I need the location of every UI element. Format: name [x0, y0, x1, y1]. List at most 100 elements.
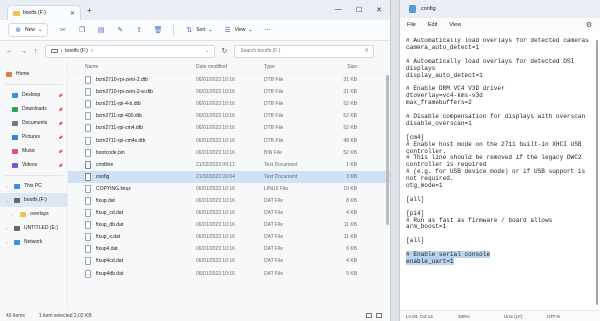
file-date: 06/01/2023 10:16: [196, 210, 235, 217]
search-input[interactable]: Search bootfs (F:) ⚲: [234, 44, 375, 58]
chevron-down-icon: ⌄: [38, 27, 43, 33]
file-row[interactable]: COPYING.linux 06/01/2023 10:16 LINUX File 1…: [68, 183, 390, 195]
chevron-right-icon[interactable]: ›: [6, 184, 10, 189]
file-row[interactable]: config 21/02/2023 09:04 Text Document 3 KB: [68, 170, 390, 183]
notepad-tab-title[interactable]: config: [421, 6, 436, 12]
plus-icon: ⊕: [15, 27, 21, 34]
column-header-date[interactable]: Date modified: [196, 64, 264, 70]
delete-icon[interactable]: 🗑: [154, 26, 163, 34]
share-icon[interactable]: ⇪: [135, 26, 143, 34]
gear-icon[interactable]: ⚙: [586, 21, 592, 29]
file-size: 52 KB: [343, 149, 357, 156]
chevron-right-icon[interactable]: ›: [12, 212, 16, 217]
file-date: 06/01/2023 10:16: [196, 222, 235, 229]
file-row[interactable]: fixup.dat 06/01/2023 10:16 DAT File 8 KB: [68, 195, 390, 207]
maximize-icon[interactable]: ☐: [356, 6, 362, 14]
file-row[interactable]: fixup_db.dat 06/01/2023 10:16 DAT File 11 K…: [68, 219, 390, 231]
sidebar-item[interactable]: Downloads 📌: [0, 102, 67, 116]
file-row[interactable]: bcm2711-rpi-400.dtb 06/01/2023 10:16 DTB F…: [68, 110, 390, 122]
file-type: BIN File: [264, 149, 282, 156]
close-tab-icon[interactable]: ✕: [70, 10, 75, 17]
column-header-name[interactable]: Name: [68, 64, 196, 70]
file-date: 06/01/2023 10:16: [196, 258, 235, 265]
computer-icon: [14, 183, 20, 189]
file-type: DAT File: [264, 197, 283, 204]
close-window-icon[interactable]: ✕: [376, 6, 382, 14]
chevron-right-icon[interactable]: ›: [6, 226, 10, 231]
sidebar-item[interactable]: Pictures 📌: [0, 130, 67, 144]
new-tab-icon[interactable]: +: [87, 6, 92, 15]
sidebar-item[interactable]: Videos 📌: [0, 158, 67, 172]
minimize-icon[interactable]: —: [335, 6, 342, 14]
details-view-icon[interactable]: [366, 313, 372, 318]
rename-icon[interactable]: ✎: [116, 26, 124, 34]
file-name-cell: fixup_x.dat: [68, 233, 196, 242]
sort-button[interactable]: ⇅ Sort ⌄: [185, 26, 212, 34]
file-date: 21/02/2023 09:11: [196, 161, 235, 168]
toolbar-divider: [173, 24, 175, 36]
file-name: fixup_db.dat: [96, 222, 124, 229]
file-row[interactable]: bcm2711-rpi-4-b.dtb 06/01/2023 10:16 DTB F…: [68, 98, 390, 110]
up-arrow-icon[interactable]: ↑: [34, 48, 38, 55]
file-icon: [85, 245, 91, 254]
file-name-cell: bcm2710-rpi-zero-2-w.dtb: [68, 88, 196, 97]
column-header-size[interactable]: Size: [315, 64, 367, 70]
chevron-down-icon[interactable]: ⌄: [6, 198, 10, 203]
pin-icon: 📌: [58, 106, 63, 112]
text-editor[interactable]: # Automatically load overlays for detect…: [406, 38, 592, 309]
file-row[interactable]: fixup_x.dat 06/01/2023 10:16 DAT File 11 KB: [68, 231, 390, 243]
sidebar-item[interactable]: › UNTITLED (E:): [0, 221, 67, 235]
file-row[interactable]: fixup4.dat 06/01/2023 10:16 DAT File 6 KB: [68, 243, 390, 255]
column-header-type[interactable]: Type: [264, 64, 315, 70]
file-name-cell: config: [68, 172, 196, 181]
file-row[interactable]: fixup4cd.dat 06/01/2023 10:16 DAT File 4 KB: [68, 255, 390, 267]
paste-icon[interactable]: ▤: [97, 26, 105, 34]
file-icon: [85, 88, 91, 97]
more-options-icon[interactable]: ⋯: [264, 26, 272, 34]
file-size: 31 KB: [343, 77, 357, 84]
sidebar-item[interactable]: › This PC: [0, 179, 67, 193]
file-row[interactable]: fixup4db.dat 06/01/2023 10:16 DAT File 9 KB: [68, 268, 390, 280]
file-list-scrollbar[interactable]: [386, 75, 389, 225]
menu-edit[interactable]: Edit: [428, 22, 437, 28]
sidebar-item[interactable]: Home: [0, 67, 67, 81]
file-row[interactable]: fixup_cd.dat 06/01/2023 10:16 DAT File 4 KB: [68, 207, 390, 219]
sidebar-item[interactable]: › Network: [0, 235, 67, 249]
file-row[interactable]: bcm2711-rpi-cm4s.dtb 06/01/2023 10:16 DTB …: [68, 134, 390, 146]
file-row[interactable]: bootcode.bin 06/01/2023 10:16 BIN File 52 K…: [68, 147, 390, 159]
chevron-right-icon[interactable]: ›: [6, 240, 10, 245]
chevron-down-icon[interactable]: ⌄: [205, 48, 209, 54]
file-row[interactable]: cmdline 21/02/2023 09:11 Text Document 1 KB: [68, 159, 390, 171]
back-arrow-icon[interactable]: ←: [6, 48, 13, 55]
sidebar-item[interactable]: ⌄ bootfs (F:): [0, 193, 67, 207]
file-icon: [85, 233, 91, 242]
sidebar-item[interactable]: Desktop 📌: [0, 88, 67, 102]
view-button[interactable]: ☰ View ⌄: [224, 26, 252, 34]
file-row[interactable]: bcm2711-rpi-cm4.dtb 06/01/2023 10:16 DTB F…: [68, 122, 390, 134]
editor-scrollbar[interactable]: [596, 40, 598, 305]
file-name: fixup.dat: [96, 197, 115, 204]
file-name: config: [96, 173, 110, 180]
file-type: DTB File: [264, 77, 284, 84]
address-bar[interactable]: › bootfs (F:) › ⌄: [44, 44, 215, 58]
file-row[interactable]: bcm2710-rpi-zero-2-w.dtb 06/01/2023 10:16…: [68, 86, 390, 98]
sidebar-item-label: UNTITLED (E:): [24, 225, 58, 231]
documents-icon: [12, 120, 18, 126]
sidebar-item[interactable]: Documents 📌: [0, 116, 67, 130]
copy-icon[interactable]: ❐: [78, 26, 86, 34]
file-name-cell: bcm2711-rpi-cm4s.dtb: [68, 136, 196, 145]
breadcrumb[interactable]: bootfs (F:): [65, 48, 88, 54]
explorer-tab[interactable]: bootfs (F:) ✕: [7, 5, 81, 20]
file-row[interactable]: bcm2710-rpi-zero-2.dtb 06/01/2023 10:16 DT…: [68, 74, 390, 86]
new-button[interactable]: ⊕ New ⌄: [8, 23, 49, 37]
refresh-icon[interactable]: ↻: [222, 47, 228, 55]
cut-icon[interactable]: ✂: [59, 26, 67, 34]
tiles-view-icon[interactable]: [376, 313, 382, 318]
menu-view[interactable]: View: [449, 22, 461, 28]
sidebar-item[interactable]: › overlays: [0, 207, 67, 221]
view-label: View: [234, 27, 246, 33]
sidebar-item[interactable]: Music 📌: [0, 144, 67, 158]
forward-arrow-icon[interactable]: →: [20, 48, 27, 55]
menu-file[interactable]: File: [407, 22, 416, 28]
explorer-titlebar: bootfs (F:) ✕ + — ☐ ✕: [0, 0, 390, 20]
